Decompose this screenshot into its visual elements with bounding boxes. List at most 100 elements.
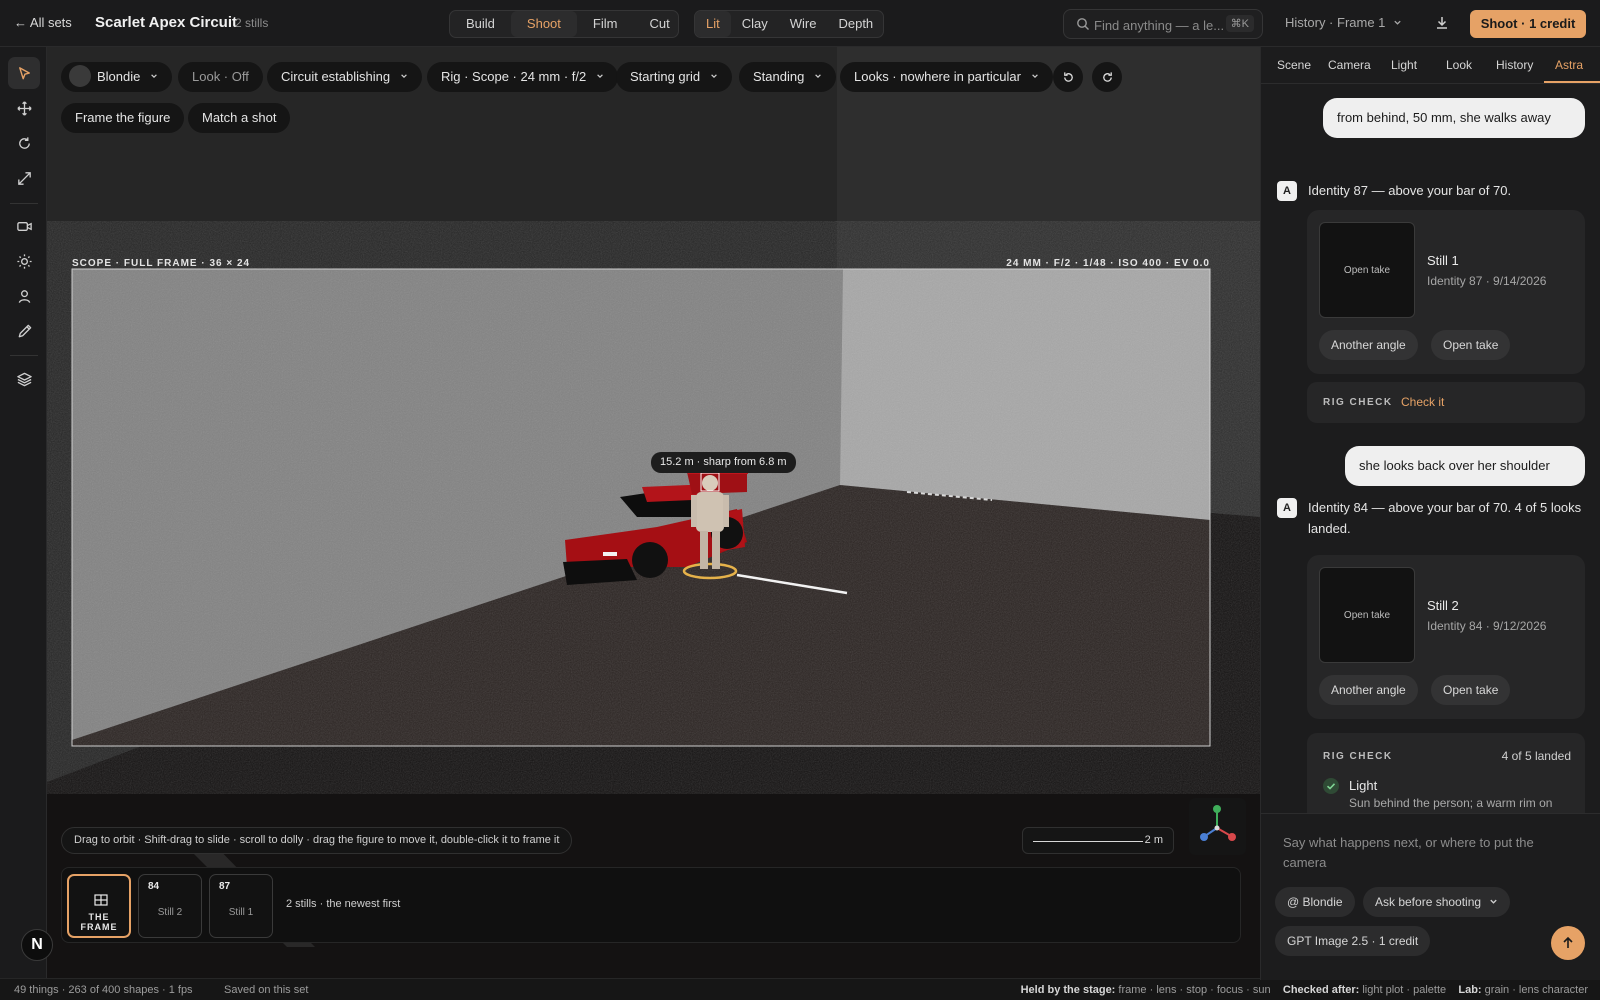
person-icon bbox=[18, 289, 30, 303]
look-toggle[interactable]: Look · Off bbox=[178, 62, 263, 92]
camera-tool[interactable] bbox=[8, 210, 40, 242]
render-clay[interactable]: Clay bbox=[731, 11, 779, 37]
frame-area bbox=[71, 268, 1211, 747]
viewport[interactable]: Blondie Look · Off Circuit establishing … bbox=[47, 47, 1260, 980]
assistant-avatar: A bbox=[1277, 181, 1297, 201]
pose-selector[interactable]: Standing bbox=[739, 62, 836, 92]
rig-selector[interactable]: Rig · Scope · 24 mm · f/2 bbox=[427, 62, 618, 92]
rig-check-bar: RIG CHECK Check it bbox=[1307, 382, 1585, 423]
still-thumbnail[interactable]: 87 Still 1 bbox=[209, 874, 273, 938]
history-dropdown[interactable]: History · Frame 1 bbox=[1285, 15, 1402, 30]
rig-check-card: RIG CHECK 4 of 5 landed Light Sun behind… bbox=[1307, 733, 1585, 813]
check-item-description: Sun behind the person; a warm rim on bbox=[1349, 796, 1553, 810]
rig-label: Rig · Scope · 24 mm · f/2 bbox=[441, 69, 587, 84]
ask-label: Ask before shooting bbox=[1375, 895, 1482, 909]
arrow-up-icon bbox=[1563, 936, 1573, 948]
render-wire[interactable]: Wire bbox=[779, 11, 828, 37]
scale-tool[interactable] bbox=[8, 162, 40, 194]
mode-shoot[interactable]: Shoot bbox=[510, 11, 577, 37]
tab-camera[interactable]: Camera bbox=[1328, 58, 1371, 72]
frame-format-label: SCOPE · FULL FRAME · 36 × 24 bbox=[72, 258, 251, 269]
download-icon[interactable] bbox=[1433, 14, 1451, 32]
tab-look[interactable]: Look bbox=[1446, 58, 1472, 72]
mode-cut[interactable]: Cut bbox=[633, 11, 685, 37]
chevron-down-icon bbox=[1031, 74, 1038, 79]
rig-check-label: RIG CHECK bbox=[1323, 751, 1393, 762]
chevron-down-icon bbox=[710, 74, 717, 79]
frame-thumbnail[interactable]: THE FRAME bbox=[67, 874, 131, 938]
search-input[interactable]: Find anything — a le... ⌘K bbox=[1063, 9, 1263, 39]
select-icon bbox=[18, 66, 30, 79]
tab-light[interactable]: Light bbox=[1391, 58, 1417, 72]
still-identity: 84 bbox=[148, 881, 160, 892]
assistant-message: A Identity 84 — above your bar of 70. 4 … bbox=[1277, 497, 1585, 543]
status-bar: 49 things · 263 of 400 shapes · 1 fps Sa… bbox=[0, 978, 1600, 1000]
app-badge[interactable]: N bbox=[21, 929, 53, 961]
light-icon bbox=[16, 253, 32, 269]
rotate-tool[interactable] bbox=[8, 127, 40, 159]
held-label: Held by the stage: bbox=[1020, 984, 1116, 996]
chat-thread: from behind, 50 mm, she walks away A Ide… bbox=[1261, 85, 1600, 813]
layers-icon bbox=[16, 372, 32, 386]
match-shot-button[interactable]: Match a shot bbox=[188, 103, 291, 133]
check-item-title: Light bbox=[1349, 778, 1378, 793]
paint-tool[interactable] bbox=[8, 315, 40, 347]
focus-distance-tag: 15.2 m · sharp from 6.8 m bbox=[651, 452, 796, 473]
chevron-down-icon bbox=[400, 74, 407, 79]
another-angle-button[interactable]: Another angle bbox=[1319, 675, 1418, 705]
light-tool[interactable] bbox=[8, 245, 40, 277]
assistant-text: Identity 84 — above your bar of 70. 4 of… bbox=[1308, 500, 1582, 536]
axis-gizmo[interactable] bbox=[1189, 798, 1246, 855]
shot-selector[interactable]: Circuit establishing bbox=[267, 62, 422, 92]
undo-button[interactable] bbox=[1053, 62, 1083, 92]
layers-tool[interactable] bbox=[8, 363, 40, 395]
model-selector[interactable]: GPT Image 2.5 · 1 credit bbox=[1275, 926, 1431, 956]
back-to-sets-link[interactable]: ← All sets bbox=[14, 15, 72, 30]
open-take-thumbnail[interactable]: Open take bbox=[1319, 567, 1415, 663]
select-tool[interactable] bbox=[8, 57, 40, 89]
camera-icon bbox=[16, 221, 32, 231]
lab-label: Lab: bbox=[1458, 984, 1482, 996]
rotate-icon bbox=[18, 136, 30, 149]
place-selector[interactable]: Starting grid bbox=[616, 62, 732, 92]
character-label: Blondie bbox=[97, 69, 141, 84]
move-tool[interactable] bbox=[8, 92, 40, 124]
lab-values: grain · lens character bbox=[1484, 984, 1588, 996]
render-switcher: Lit Clay Wire Depth bbox=[694, 10, 884, 38]
another-angle-button[interactable]: Another angle bbox=[1319, 330, 1418, 360]
scene-stats: 49 things · 263 of 400 shapes · 1 fps bbox=[14, 984, 193, 996]
mode-build[interactable]: Build bbox=[450, 11, 511, 37]
still-thumbnail[interactable]: 84 Still 2 bbox=[138, 874, 202, 938]
mode-film[interactable]: Film bbox=[577, 11, 634, 37]
still-label: Still 2 bbox=[157, 907, 183, 918]
gaze-selector[interactable]: Looks · nowhere in particular bbox=[840, 62, 1053, 92]
figure-tool[interactable] bbox=[8, 280, 40, 312]
tab-astra[interactable]: Astra bbox=[1555, 58, 1583, 72]
timeline-strip: THE FRAME 84 Still 2 87 Still 1 2 stills… bbox=[61, 867, 1241, 943]
render-depth[interactable]: Depth bbox=[827, 11, 884, 37]
stills-count: 2 stills bbox=[235, 16, 269, 30]
scale-line bbox=[1033, 841, 1143, 842]
toolbar-divider bbox=[10, 203, 38, 204]
frame-figure-button[interactable]: Frame the figure bbox=[61, 103, 185, 133]
mention-chip[interactable]: @ Blondie bbox=[1275, 887, 1355, 917]
check-it-link[interactable]: Check it bbox=[1401, 395, 1444, 409]
shoot-button[interactable]: Shoot · 1 credit bbox=[1470, 10, 1586, 38]
toolbar-divider bbox=[10, 355, 38, 356]
checked-label: Checked after: bbox=[1282, 984, 1360, 996]
still-card: Open take Still 2 Identity 84 · 9/12/202… bbox=[1307, 555, 1585, 719]
move-icon bbox=[16, 100, 32, 116]
held-values: frame · lens · stop · focus · sun bbox=[1118, 984, 1271, 996]
render-lit[interactable]: Lit bbox=[695, 11, 731, 37]
message-composer[interactable]: Say what happens next, or where to put t… bbox=[1261, 813, 1600, 980]
open-take-button[interactable]: Open take bbox=[1431, 675, 1511, 705]
tab-scene[interactable]: Scene bbox=[1277, 58, 1311, 72]
tab-history[interactable]: History bbox=[1496, 58, 1533, 72]
send-button[interactable] bbox=[1551, 926, 1585, 960]
character-selector[interactable]: Blondie bbox=[61, 62, 172, 92]
open-take-button[interactable]: Open take bbox=[1431, 330, 1511, 360]
open-take-thumbnail[interactable]: Open take bbox=[1319, 222, 1415, 318]
search-shortcut: ⌘K bbox=[1225, 15, 1254, 32]
ask-before-shooting-selector[interactable]: Ask before shooting bbox=[1363, 887, 1511, 917]
redo-button[interactable] bbox=[1092, 62, 1122, 92]
